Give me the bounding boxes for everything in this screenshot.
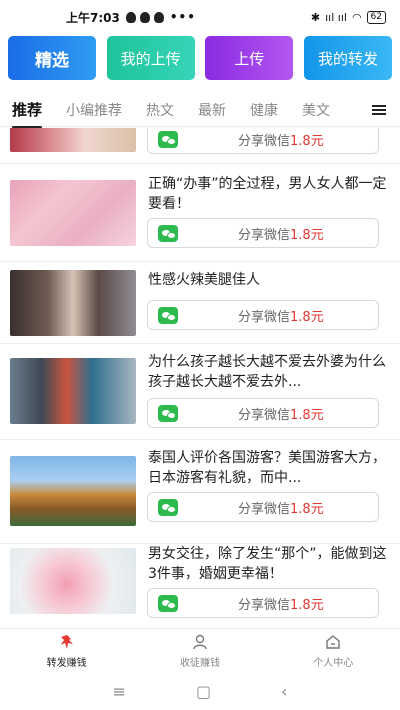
- list-item[interactable]: 性感火辣美腿佳人 分享微信 1.8元: [0, 262, 400, 344]
- wechat-icon: [158, 224, 178, 242]
- article-title[interactable]: 正确“办事”的全过程，男人女人都一定要看！: [148, 174, 388, 214]
- article-thumbnail: [10, 358, 136, 424]
- share-wechat-button[interactable]: 分享微信 1.8元: [147, 492, 379, 522]
- share-price: 1.8元: [290, 133, 324, 149]
- share-price: 1.8元: [290, 597, 324, 613]
- tab-hot[interactable]: 热文: [134, 100, 186, 120]
- featured-button[interactable]: 精选: [8, 36, 96, 80]
- share-price: 1.8元: [290, 309, 324, 325]
- article-feed[interactable]: 分享微信 1.8元 正确“办事”的全过程，男人女人都一定要看！ 分享微信 1.8元 …: [0, 128, 400, 626]
- signal-icon: ııl ııl: [325, 10, 347, 24]
- wifi-icon: ◠: [351, 10, 362, 24]
- article-thumbnail: [10, 456, 136, 526]
- list-item[interactable]: 泰国人评价各国游客？美国游客大方，日本游客有礼貌，而中... 分享微信 1.8元: [0, 440, 400, 544]
- tab-health[interactable]: 健康: [238, 100, 290, 120]
- bluetooth-icon: ✱: [310, 10, 321, 24]
- share-label: 分享微信: [238, 133, 291, 149]
- menu-icon[interactable]: [372, 103, 386, 117]
- status-right: ✱ ııl ııl ◠ 62: [310, 10, 386, 24]
- article-thumbnail: [10, 270, 136, 336]
- wechat-icon: [158, 498, 178, 516]
- category-tabs: 推荐 小编推荐 热文 最新 健康 美文: [0, 93, 400, 129]
- recent-apps-icon[interactable]: ≡: [113, 682, 126, 701]
- wechat-icon: [158, 130, 178, 148]
- list-item[interactable]: 正确“办事”的全过程，男人女人都一定要看！ 分享微信 1.8元: [0, 164, 400, 262]
- home-button-icon[interactable]: ▢: [196, 682, 211, 701]
- article-title[interactable]: 男女交往，除了发生“那个”，能做到这3件事，婚姻更幸福！: [148, 544, 388, 584]
- article-title[interactable]: 性感火辣美腿佳人: [148, 270, 388, 290]
- article-title[interactable]: 为什么孩子越长大越不爱去外婆为什么孩子越长大越不爱去外...: [148, 352, 388, 392]
- share-label: 分享微信: [238, 309, 291, 325]
- penguin-icon: [139, 11, 150, 23]
- article-thumbnail: [10, 128, 136, 152]
- article-thumbnail: [10, 548, 136, 614]
- tab-recommended[interactable]: 推荐: [0, 99, 54, 129]
- share-wechat-button[interactable]: 分享微信 1.8元: [147, 128, 379, 154]
- tab-essays[interactable]: 美文: [290, 100, 342, 120]
- status-bar: 上午7:03 ••• ✱ ııl ııl ◠ 62: [0, 0, 400, 34]
- nav-share-earn[interactable]: 转发赚钱: [0, 629, 133, 672]
- nav-recruit-earn[interactable]: 收徒赚钱: [133, 629, 266, 672]
- share-label: 分享微信: [238, 597, 291, 613]
- system-nav-bar: ≡ ▢ ‹: [0, 672, 400, 710]
- top-button-row: 精选 我的上传 上传 我的转发: [8, 36, 392, 80]
- bottom-nav: 转发赚钱 收徒赚钱 个人中心: [0, 628, 400, 672]
- article-thumbnail: [10, 180, 136, 246]
- person-icon: [193, 634, 207, 649]
- list-item[interactable]: 为什么孩子越长大越不爱去外婆为什么孩子越长大越不爱去外... 分享微信 1.8元: [0, 344, 400, 440]
- share-wechat-button[interactable]: 分享微信 1.8元: [147, 398, 379, 428]
- penguin-icon: [125, 11, 136, 23]
- nav-label: 收徒赚钱: [179, 657, 220, 669]
- share-price: 1.8元: [290, 407, 324, 423]
- nav-personal-center[interactable]: 个人中心: [267, 629, 400, 672]
- back-icon[interactable]: ‹: [281, 682, 287, 701]
- share-price: 1.8元: [290, 501, 324, 517]
- status-time: 上午7:03: [66, 10, 120, 25]
- nav-label: 转发赚钱: [46, 657, 87, 669]
- share-earn-icon: [60, 634, 73, 649]
- my-uploads-button[interactable]: 我的上传: [106, 36, 195, 80]
- share-wechat-button[interactable]: 分享微信 1.8元: [147, 300, 379, 330]
- article-title[interactable]: 泰国人评价各国游客？美国游客大方，日本游客有礼貌，而中...: [148, 448, 388, 488]
- list-item[interactable]: 分享微信 1.8元: [0, 128, 400, 164]
- share-label: 分享微信: [238, 227, 291, 243]
- share-wechat-button[interactable]: 分享微信 1.8元: [147, 588, 379, 618]
- share-label: 分享微信: [238, 407, 291, 423]
- wechat-icon: [158, 404, 178, 422]
- more-notifications-icon: •••: [169, 10, 196, 24]
- tab-latest[interactable]: 最新: [186, 100, 238, 120]
- wechat-icon: [158, 306, 178, 324]
- share-label: 分享微信: [238, 501, 291, 517]
- list-item[interactable]: 男女交往，除了发生“那个”，能做到这3件事，婚姻更幸福！ 分享微信 1.8元: [0, 544, 400, 626]
- penguin-icon: [153, 11, 164, 23]
- home-icon: [326, 634, 341, 649]
- upload-button[interactable]: 上传: [205, 36, 294, 80]
- nav-label: 个人中心: [313, 657, 354, 669]
- tab-editor-picks[interactable]: 小编推荐: [54, 100, 134, 120]
- share-price: 1.8元: [290, 227, 324, 243]
- my-shares-button[interactable]: 我的转发: [303, 36, 392, 80]
- battery-icon: 62: [366, 10, 386, 24]
- notification-icons: [125, 11, 164, 23]
- share-wechat-button[interactable]: 分享微信 1.8元: [147, 218, 379, 248]
- wechat-icon: [158, 594, 178, 612]
